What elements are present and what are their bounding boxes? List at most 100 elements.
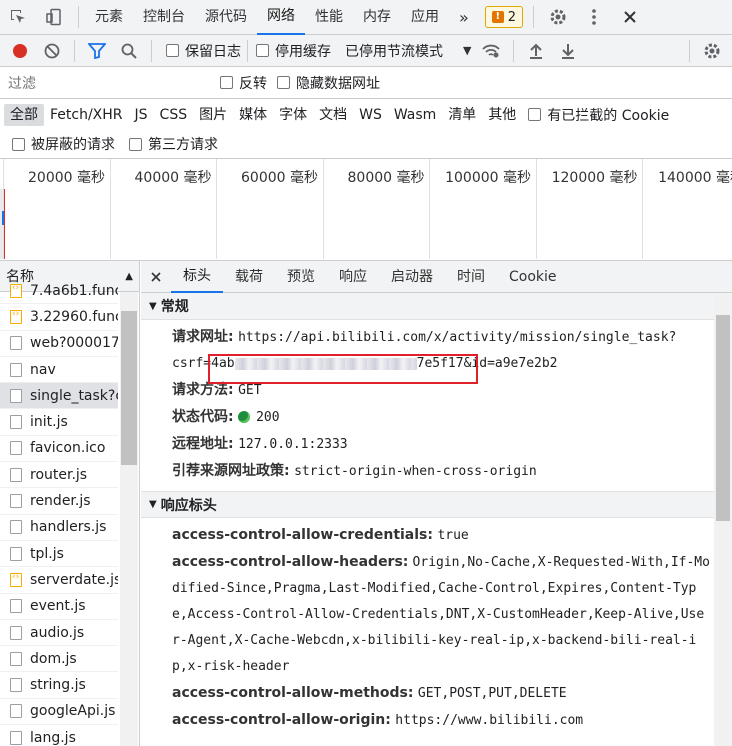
inspect-element-icon[interactable] [0,0,36,35]
request-row[interactable]: audio.js [0,620,118,647]
tab-4[interactable]: 性能 [305,0,353,35]
request-row[interactable]: lang.js [0,725,118,746]
request-name: tpl.js [30,545,64,562]
type-filter-1[interactable]: Fetch/XHR [44,104,129,126]
checkbox-box[interactable] [129,137,142,151]
type-filter-3[interactable]: CSS [154,104,194,126]
scrollbar-thumb[interactable] [716,315,730,521]
type-filter-2[interactable]: JS [129,104,154,126]
third-party-checkbox[interactable]: 第三方请求 [129,134,218,154]
request-row[interactable]: string.js [0,672,118,699]
details-tab-6[interactable]: Cookie [497,261,569,293]
invert-checkbox[interactable]: 反转 [220,73,267,93]
type-filter-10[interactable]: 清单 [442,104,482,126]
collapse-triangle-icon: ▼ [149,300,157,312]
issues-badge[interactable]: ! 2 [484,6,524,28]
remote-address-value: 127.0.0.1:2333 [238,437,348,452]
type-filter-8[interactable]: WS [353,104,388,126]
request-row[interactable]: event.js [0,594,118,620]
request-row[interactable]: handlers.js [0,515,118,541]
checkbox-box[interactable] [528,108,542,121]
referrer-policy-key: 引荐来源网址政策: [172,463,290,479]
request-row[interactable]: favicon.ico [0,436,118,463]
request-method-value: GET [238,383,262,398]
close-details-icon[interactable] [141,261,171,293]
filter-input[interactable] [4,71,206,94]
preserve-log-checkbox[interactable]: 保留日志 [166,41,241,61]
filter-icon[interactable] [81,35,113,67]
type-filter-9[interactable]: Wasm [388,104,442,126]
scrollbar-thumb[interactable] [121,311,137,465]
details-tab-2[interactable]: 预览 [275,261,327,293]
request-row[interactable]: nav [0,357,118,384]
disable-cache-checkbox[interactable]: 停用缓存 [256,41,331,61]
hide-data-urls-checkbox[interactable]: 隐藏数据网址 [277,73,380,93]
more-options-icon[interactable] [576,0,612,35]
tab-5[interactable]: 内存 [353,0,401,35]
tab-1[interactable]: 控制台 [133,0,195,35]
throttling-select[interactable]: 已停用节流模式 ▼ [345,41,471,61]
request-row[interactable]: init.js [0,409,118,436]
blocked-cookies-checkbox[interactable]: 有已拦截的 Cookie [528,105,669,125]
request-name: init.js [30,414,68,431]
timeline-tick-label: 80000 毫秒 [322,159,429,259]
clear-icon[interactable] [36,35,68,67]
disable-cache-label: 停用缓存 [275,43,331,60]
checkbox-box[interactable] [277,76,290,89]
request-row[interactable]: googleApi.js [0,699,118,726]
timeline-overview[interactable]: 20000 毫秒 40000 毫秒 60000 毫秒 80000 毫秒 100000 毫… [0,159,732,261]
record-button[interactable] [4,35,36,67]
type-filter-7[interactable]: 文档 [313,104,353,126]
document-file-icon [10,336,22,351]
type-filter-4[interactable]: 图片 [193,104,233,126]
document-file-icon [10,441,22,456]
network-conditions-icon[interactable] [475,35,507,67]
import-har-icon[interactable] [520,35,552,67]
checkbox-box[interactable] [166,44,179,57]
request-row[interactable]: serverdate.js [0,567,118,594]
export-har-icon[interactable] [552,35,584,67]
response-headers-section-header[interactable]: ▼ 响应标头 [141,491,732,518]
general-section-header[interactable]: ▼ 常规 [141,293,732,320]
request-row[interactable]: single_task?c [0,383,118,410]
blocked-cookies-label: 有已拦截的 Cookie [547,107,670,124]
details-tab-3[interactable]: 响应 [327,261,379,293]
checkbox-box[interactable] [220,76,233,89]
type-filter-11[interactable]: 其他 [482,104,522,126]
checkbox-box[interactable] [12,137,25,151]
request-row[interactable]: router.js [0,462,118,489]
details-tab-5[interactable]: 时间 [445,261,497,293]
type-filter-0[interactable]: 全部 [4,103,44,126]
document-file-icon [10,520,22,535]
search-icon[interactable] [113,35,145,67]
network-settings-gear-icon[interactable] [696,35,728,67]
details-tab-0[interactable]: 标头 [171,261,223,293]
tab-2[interactable]: 源代码 [195,0,257,35]
request-row[interactable]: render.js [0,488,118,515]
tab-6[interactable]: 应用 [401,0,449,35]
settings-gear-icon[interactable] [540,0,576,35]
document-file-icon [10,704,22,719]
type-filter-6[interactable]: 字体 [273,104,313,126]
more-tabs-button[interactable]: » [449,0,479,35]
tab-0[interactable]: 元素 [85,0,133,35]
request-row[interactable]: 7.4a6b1.func [0,278,118,305]
device-toolbar-icon[interactable] [36,0,72,35]
type-filter-5[interactable]: 媒体 [233,104,273,126]
details-tab-4[interactable]: 启动器 [379,261,445,293]
filter-row: 反转 隐藏数据网址 [0,67,732,99]
status-ok-dot-icon [238,411,251,423]
tab-3[interactable]: 网络 [257,0,305,35]
request-url-row: 请求网址: https://api.bilibili.com/x/activit… [141,320,732,351]
header-key: access-control-allow-methods: [172,685,414,701]
header-value: https://www.bilibili.com [395,713,584,728]
request-row[interactable]: tpl.js [0,541,118,568]
blocked-requests-checkbox[interactable]: 被屏蔽的请求 [12,134,115,154]
header-key: access-control-allow-headers: [172,554,409,570]
checkbox-box[interactable] [256,44,269,57]
request-row[interactable]: web?000017. [0,331,118,357]
request-row[interactable]: 3.22960.func [0,304,118,331]
request-row[interactable]: dom.js [0,646,118,673]
close-devtools-icon[interactable] [612,0,648,35]
details-tab-1[interactable]: 载荷 [223,261,275,293]
